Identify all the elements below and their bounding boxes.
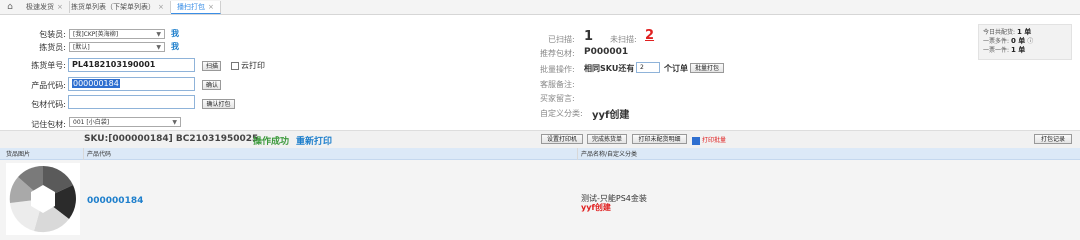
packer-label: 包装员: xyxy=(39,30,66,39)
operation-status: 操作成功 xyxy=(253,137,290,147)
table-row[interactable] xyxy=(0,160,1080,240)
finish-pick-list-button[interactable]: 完成拣货单 xyxy=(587,134,627,144)
remember-material-label: 记住包材: xyxy=(31,120,66,129)
scanned-count: 1 xyxy=(584,29,594,44)
custom-category-label: 自定义分类: xyxy=(540,109,583,118)
stats-line-total: 今日共配货: 1 单 xyxy=(983,28,1032,36)
product-code-input[interactable]: 000000184 xyxy=(68,77,195,91)
pick-no-label: 拣货单号: xyxy=(31,61,66,70)
home-icon[interactable]: ⌂ xyxy=(4,1,16,13)
checkbox-checked-icon xyxy=(692,136,700,145)
picker-label: 拣货员: xyxy=(39,43,66,52)
close-icon[interactable]: × xyxy=(57,3,63,11)
stats-line-multi: 一票多件: 0 单 ⓘ xyxy=(983,37,1034,45)
batch-text-2: 个订单 xyxy=(664,64,688,73)
product-code-label: 产品代码: xyxy=(31,81,66,90)
chevron-down-icon: ▼ xyxy=(156,31,161,38)
batch-label: 批量操作: xyxy=(540,65,575,74)
batch-pack-button[interactable]: 批量打包 xyxy=(690,63,724,73)
enter-button[interactable]: 确认 xyxy=(202,80,221,90)
col-header-code: 产品代码 xyxy=(87,151,112,158)
packer-select[interactable]: [我]CKP[英海柳] ▼ xyxy=(69,29,165,39)
tab-bar: ⌂ 极速发货 × 拣货单列表（下架单列表） × 播扫打包 × xyxy=(0,0,1080,15)
packer-me-link[interactable]: 我 xyxy=(171,28,179,39)
batch-qty-input[interactable]: 2 xyxy=(636,62,660,73)
material-code-label: 包材代码: xyxy=(31,100,66,109)
pack-log-button[interactable]: 打包记录 xyxy=(1034,134,1072,144)
tab-pick-list[interactable]: 拣货单列表（下架单列表） × xyxy=(65,1,171,13)
tab-fast-ship[interactable]: 极速发货 × xyxy=(20,1,70,13)
set-printer-button[interactable]: 设置打印机 xyxy=(541,134,583,144)
close-icon[interactable]: × xyxy=(158,3,164,11)
cloud-print-checkbox[interactable]: 云打印 xyxy=(231,60,265,71)
product-code-link[interactable]: 000000184 xyxy=(87,196,143,206)
scan-button[interactable]: 扫描 xyxy=(202,61,221,71)
unscanned-label: 未扫描: xyxy=(610,35,637,44)
stats-line-single: 一票一件: 1 单 xyxy=(983,46,1026,54)
remember-material-select[interactable]: 001 [小白袋] ▼ xyxy=(69,117,181,127)
chevron-down-icon: ▼ xyxy=(172,119,177,126)
sku-text: SKU:[000000184] BC21031950025 xyxy=(84,134,259,144)
daily-stats-panel: 今日共配货: 1 单 一票多件: 0 单 ⓘ 一票一件: 1 单 xyxy=(978,24,1072,60)
custom-category-value: yyf创建 xyxy=(592,110,630,121)
col-header-name: 产品名称/自定义分类 xyxy=(581,151,638,158)
sku-status-bar: SKU:[000000184] BC21031950025 操作成功 重新打印 … xyxy=(0,130,1080,149)
batch-text-1: 相同SKU还有 xyxy=(584,64,635,73)
table-header: 货品图片 产品代码 产品名称/自定义分类 xyxy=(0,148,1080,160)
close-icon[interactable]: × xyxy=(208,3,214,11)
material-code-input[interactable] xyxy=(68,95,195,109)
picker-me-link[interactable]: 我 xyxy=(171,41,179,52)
picker-select[interactable]: [默认] ▼ xyxy=(69,42,165,52)
tab-scan-pack[interactable]: 播扫打包 × xyxy=(171,1,221,14)
aperture-icon xyxy=(9,165,76,233)
product-category: yyf创建 xyxy=(581,203,611,212)
cs-note-label: 客服备注: xyxy=(540,80,575,89)
product-image[interactable] xyxy=(6,163,80,235)
print-unpicked-details-button[interactable]: 打印未配货明细 xyxy=(632,134,687,144)
pick-no-input[interactable]: PL4182103190001 xyxy=(68,58,195,72)
recommend-material-label: 推荐包材: xyxy=(540,49,575,58)
buyer-msg-label: 买家留言: xyxy=(540,94,575,103)
chevron-down-icon: ▼ xyxy=(156,44,161,51)
reprint-link[interactable]: 重新打印 xyxy=(296,134,332,147)
print-batch-checkbox[interactable]: 打印批量 xyxy=(692,135,726,145)
col-header-image: 货品图片 xyxy=(6,151,31,158)
recommend-material-value: P000001 xyxy=(584,47,629,57)
unscanned-count[interactable]: 2 xyxy=(645,28,654,43)
info-icon: ⓘ xyxy=(1027,38,1034,45)
scanned-label: 已扫描: xyxy=(548,35,575,44)
checkbox-icon xyxy=(231,61,239,70)
confirm-pack-button[interactable]: 确认打包 xyxy=(202,99,235,109)
